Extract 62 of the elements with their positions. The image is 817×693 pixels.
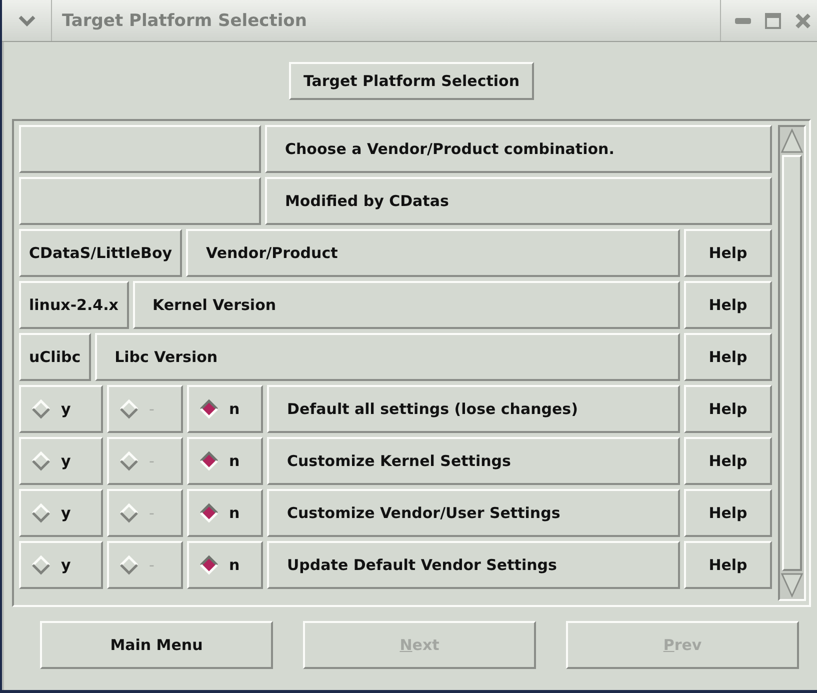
option-label: n bbox=[229, 556, 240, 574]
nav-button[interactable]: Main Menu bbox=[40, 621, 273, 669]
radio-icon bbox=[119, 399, 139, 419]
info-label: Choose a Vendor/Product combination. bbox=[265, 125, 772, 173]
option-label: - bbox=[149, 400, 154, 418]
chevron-down-icon[interactable] bbox=[18, 14, 36, 26]
option-label: y bbox=[61, 452, 71, 470]
radio-option[interactable]: y bbox=[19, 385, 103, 433]
help-button[interactable]: Help bbox=[684, 281, 772, 329]
radio-icon bbox=[199, 555, 219, 575]
setting-label: Customize Vendor/User Settings bbox=[267, 489, 680, 537]
value-button[interactable]: linux-2.4.x bbox=[19, 281, 128, 329]
option-label: y bbox=[61, 556, 71, 574]
value-button[interactable]: CDataS/LittleBoy bbox=[19, 229, 182, 277]
radio-icon bbox=[31, 399, 51, 419]
scroll-down-icon[interactable] bbox=[780, 571, 804, 599]
maximize-icon[interactable] bbox=[765, 12, 781, 28]
radio-icon bbox=[119, 451, 139, 471]
setting-label: Libc Version bbox=[94, 333, 680, 381]
option-label: n bbox=[229, 400, 240, 418]
setting-label: Kernel Version bbox=[132, 281, 680, 329]
help-button[interactable]: Help bbox=[684, 541, 772, 589]
scrollbar[interactable] bbox=[778, 125, 806, 601]
radio-icon bbox=[31, 451, 51, 471]
radio-option[interactable]: n bbox=[187, 541, 263, 589]
radio-icon bbox=[199, 399, 219, 419]
radio-icon bbox=[119, 555, 139, 575]
radio-icon bbox=[199, 451, 219, 471]
option-label: - bbox=[149, 556, 154, 574]
scroll-thumb[interactable] bbox=[782, 155, 802, 571]
window-title: Target Platform Selection bbox=[61, 10, 308, 30]
help-button[interactable]: Help bbox=[684, 229, 772, 277]
setting-label: Customize Kernel Settings bbox=[267, 437, 680, 485]
setting-label: Update Default Vendor Settings bbox=[267, 541, 680, 589]
help-button[interactable]: Help bbox=[684, 489, 772, 537]
scroll-up-icon[interactable] bbox=[780, 127, 804, 155]
info-label: Modified by CDatas bbox=[265, 177, 772, 225]
help-button[interactable]: Help bbox=[684, 385, 772, 433]
help-button[interactable]: Help bbox=[684, 333, 772, 381]
close-icon[interactable] bbox=[795, 12, 811, 28]
option-label: n bbox=[229, 504, 240, 522]
minimize-icon[interactable] bbox=[735, 18, 751, 24]
radio-icon bbox=[31, 503, 51, 523]
radio-option[interactable]: y bbox=[19, 489, 103, 537]
radio-icon bbox=[199, 503, 219, 523]
radio-option[interactable]: n bbox=[187, 489, 263, 537]
radio-icon bbox=[119, 503, 139, 523]
setting-label: Vendor/Product bbox=[186, 229, 680, 277]
option-label: y bbox=[61, 400, 71, 418]
radio-option[interactable]: y bbox=[19, 541, 103, 589]
value-button[interactable]: uClibc bbox=[19, 333, 91, 381]
radio-icon bbox=[31, 555, 51, 575]
header-button[interactable]: Target Platform Selection bbox=[289, 62, 534, 100]
setting-label: Default all settings (lose changes) bbox=[267, 385, 680, 433]
radio-option[interactable]: n bbox=[187, 437, 263, 485]
option-label: y bbox=[61, 504, 71, 522]
radio-option[interactable]: y bbox=[19, 437, 103, 485]
help-button[interactable]: Help bbox=[684, 437, 772, 485]
option-label: n bbox=[229, 452, 240, 470]
option-label: - bbox=[149, 452, 154, 470]
radio-option[interactable]: n bbox=[187, 385, 263, 433]
option-label: - bbox=[149, 504, 154, 522]
